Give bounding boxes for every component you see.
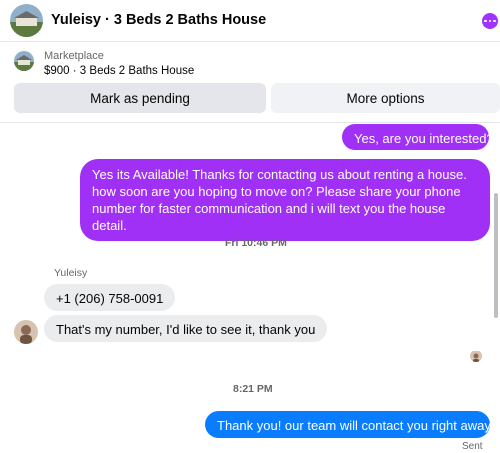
mark-as-pending-button[interactable]: Mark as pending <box>14 83 266 113</box>
profile-photo-icon <box>14 320 38 344</box>
marketplace-listing-card: Marketplace $900 · 3 Beds 2 Baths House … <box>0 43 500 123</box>
contact-avatar-small[interactable] <box>14 320 38 344</box>
read-receipt-avatar <box>470 350 482 362</box>
outgoing-message[interactable]: Thank you! our team will contact you rig… <box>205 411 494 438</box>
message-thread[interactable]: Yes, are you interested? Yes its Availab… <box>0 124 500 453</box>
seen-avatar-icon <box>470 351 482 362</box>
message-timestamp: 8:21 PM <box>233 383 273 395</box>
listing-source-label: Marketplace <box>44 50 104 62</box>
message-status: Sent <box>462 441 483 452</box>
outgoing-message[interactable]: Yes, are you interested? <box>342 124 494 150</box>
conversation-header: Yuleisy · 3 Beds 2 Baths House <box>0 0 500 42</box>
sender-name: Yuleisy <box>54 267 88 279</box>
conversation-title[interactable]: Yuleisy · 3 Beds 2 Baths House <box>51 12 266 28</box>
more-options-button[interactable]: More options <box>271 83 500 113</box>
thread-scrollbar[interactable] <box>494 193 498 318</box>
listing-title[interactable]: $900 · 3 Beds 2 Baths House <box>44 65 194 77</box>
message-timestamp: Fri 10:46 PM <box>225 237 287 249</box>
contact-avatar[interactable] <box>10 4 43 37</box>
incoming-message[interactable]: That's my number, I'd like to see it, th… <box>44 315 328 342</box>
incoming-message[interactable]: +1 (206) 758-0091 <box>44 284 176 311</box>
more-menu-icon[interactable] <box>482 13 498 29</box>
listing-thumbnail[interactable] <box>14 51 34 71</box>
house-photo-icon <box>14 51 34 71</box>
house-photo-icon <box>10 4 43 37</box>
outgoing-message[interactable]: Yes its Available! Thanks for contacting… <box>80 159 490 241</box>
